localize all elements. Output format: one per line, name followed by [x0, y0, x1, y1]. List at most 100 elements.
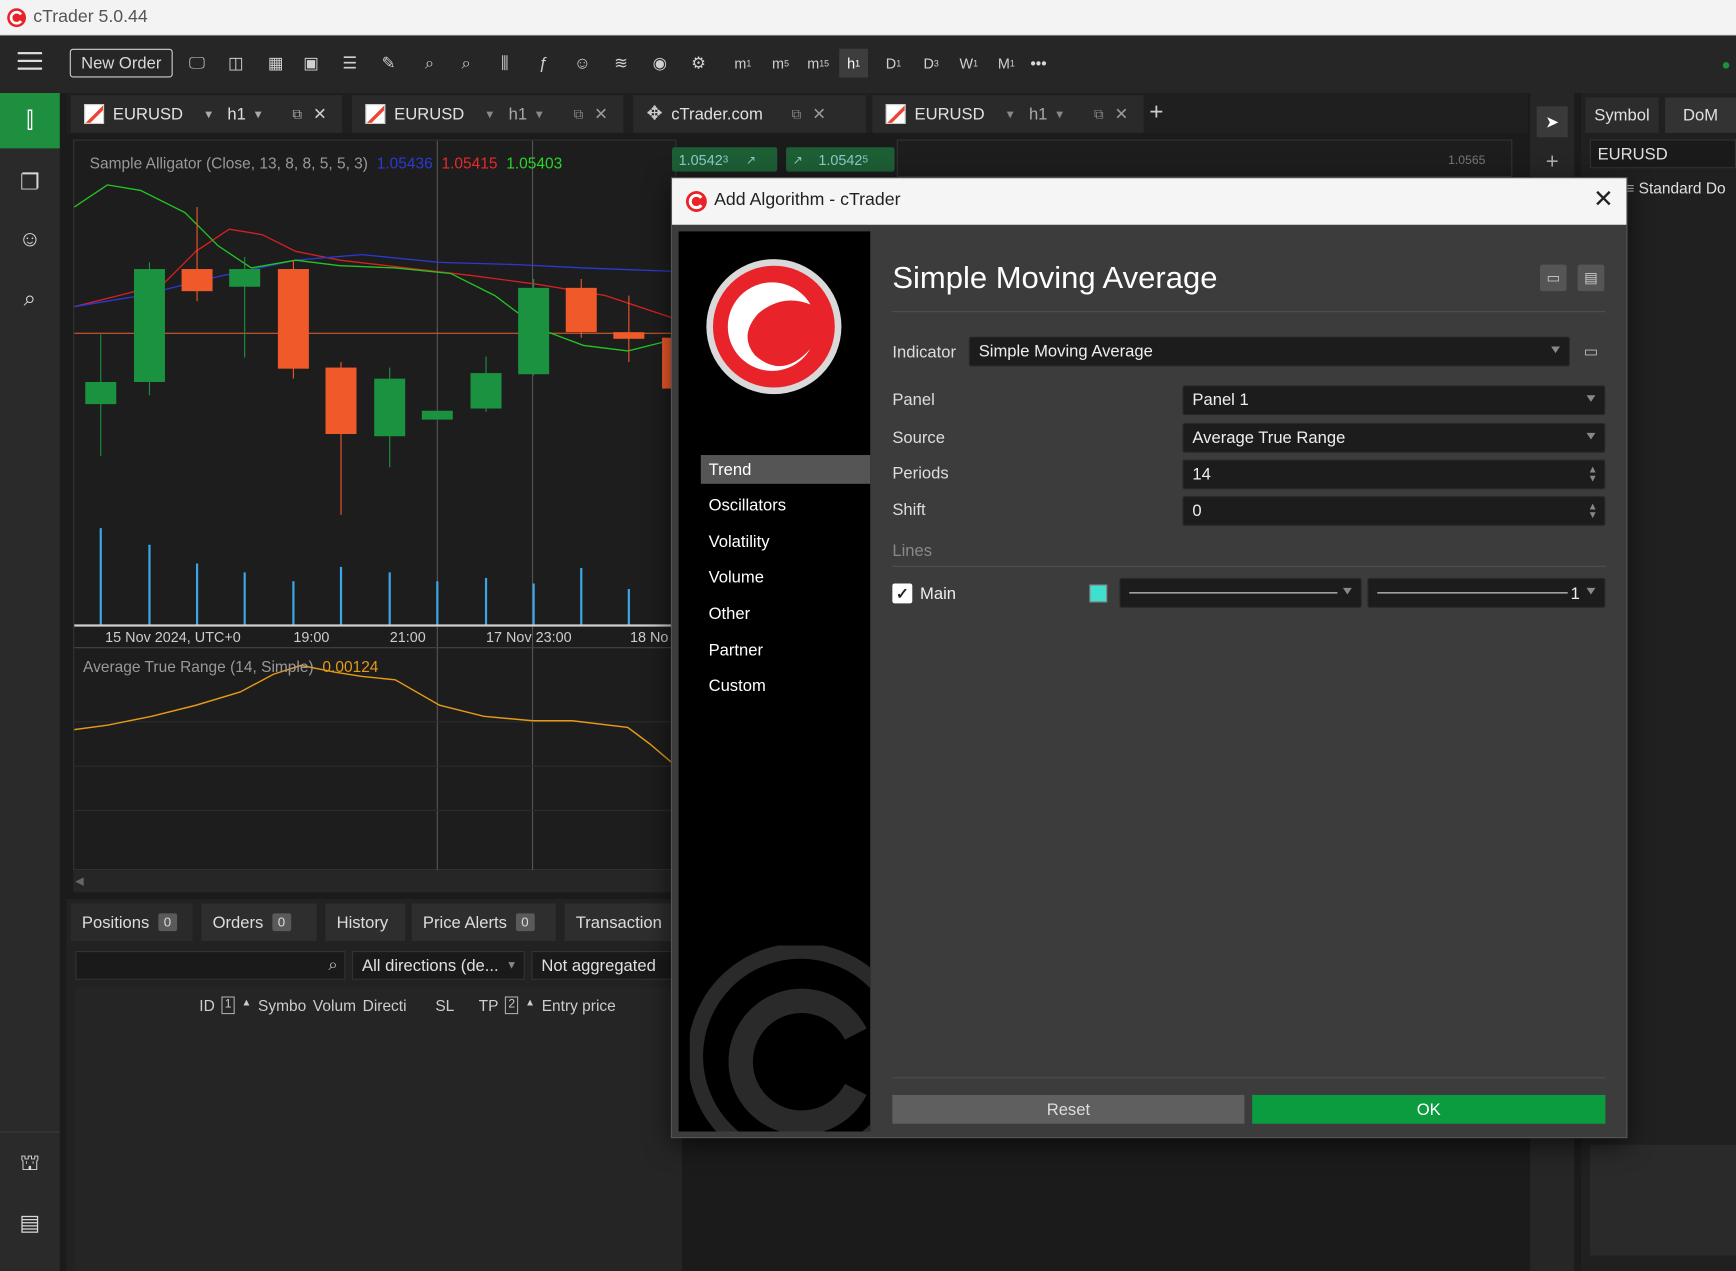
category-volatility[interactable]: Volatility [701, 527, 870, 556]
positions-panel: Positions 0 Orders 0 History Price Alerts 0… [66, 898, 687, 1271]
panel-select[interactable]: Panel 1 [1182, 385, 1606, 416]
more-menu-icon[interactable]: ••• [1024, 49, 1053, 78]
direction-filter-select[interactable]: All directions (de... ▼ [352, 951, 525, 980]
detach-icon[interactable]: ⧉ [574, 106, 583, 123]
main-line-checkbox[interactable]: ✓ [892, 583, 913, 604]
timeframe-h1[interactable]: h1 [839, 48, 868, 78]
video-help-icon[interactable]: ▭ [1577, 337, 1606, 367]
chart-mode-icon[interactable]: 🖵 [183, 49, 212, 78]
load-template-icon[interactable]: ▭ [1540, 264, 1567, 292]
chart-scrollbar[interactable]: ◀ [73, 870, 677, 893]
tab-history[interactable]: History [325, 903, 406, 942]
store-icon[interactable]: ⛫ [14, 1149, 45, 1180]
layout-single-icon[interactable]: ◫ [221, 49, 250, 78]
layout-rows-icon[interactable]: ☰ [335, 49, 364, 78]
chart-type-icon[interactable]: ⫼ [490, 49, 519, 78]
col-sl[interactable]: SL [435, 996, 454, 1014]
algo-robot-icon[interactable]: ☺ [14, 224, 45, 255]
close-tab-icon[interactable]: ✕ [594, 104, 608, 124]
timeframe-m15[interactable]: m 15 [804, 49, 833, 78]
timeframe-W1[interactable]: W1 [954, 49, 983, 78]
periods-input[interactable]: 14 ▲ ▼ [1182, 459, 1606, 490]
close-tab-icon[interactable]: ✕ [313, 104, 327, 124]
cbots-icon[interactable]: ☺ [568, 49, 597, 78]
category-trend[interactable]: Trend [700, 455, 871, 484]
price-chart[interactable] [74, 140, 678, 872]
analyze-icon[interactable]: ⌕ [14, 283, 45, 314]
tab-timeframe[interactable]: h1 [1029, 105, 1047, 124]
timeframe-M1[interactable]: M1 [992, 49, 1021, 78]
chart-tab-2[interactable]: EURUSD ▾ h1 ▾ ⧉ ✕ [352, 95, 624, 133]
tab-dom[interactable]: DoM [1665, 97, 1736, 133]
category-oscillators[interactable]: Oscillators [701, 491, 870, 520]
chart-tab-3[interactable]: ✥ cTrader.com ⧉ ✕ [633, 95, 866, 133]
buy-price-box[interactable]: ↗ 1.0542 5 [786, 147, 895, 172]
wallet-icon[interactable]: ▤ [14, 1207, 45, 1238]
timeframe-m5[interactable]: m5 [766, 49, 795, 78]
line-thickness-select[interactable]: 1 [1367, 577, 1606, 608]
detach-icon[interactable]: ⧉ [1094, 106, 1103, 123]
close-tab-icon[interactable]: ✕ [1115, 104, 1129, 124]
layout-full-icon[interactable]: ▣ [297, 49, 326, 78]
aggregation-select[interactable]: Not aggregated [531, 951, 682, 980]
col-id[interactable]: ID [199, 996, 214, 1014]
crosshair-icon[interactable]: + [1537, 146, 1568, 177]
chart-settings-icon[interactable]: ⚙ [684, 49, 713, 78]
layout-grid-icon[interactable]: ▦ [261, 49, 290, 78]
sell-price-box[interactable]: 1.0542 3 ↗ [672, 147, 778, 172]
positions-search-input[interactable]: ⌕ [75, 951, 346, 980]
cursor-icon[interactable]: ➤ [1536, 106, 1568, 138]
source-select[interactable]: Average True Range [1182, 422, 1606, 453]
tab-symbol-panel[interactable]: Symbol [1585, 97, 1659, 133]
copy-icon[interactable]: ❐ [14, 166, 45, 197]
category-custom[interactable]: Custom [701, 672, 870, 701]
category-volume[interactable]: Volume [701, 563, 870, 592]
positions-table: ID 1 ▲ Symbo Volum Directi SL TP 2 ▲ Ent… [75, 987, 682, 1271]
add-tab-icon[interactable]: + [1149, 97, 1163, 126]
close-dialog-icon[interactable]: ✕ [1593, 185, 1613, 214]
category-partner[interactable]: Partner [701, 635, 870, 664]
save-template-icon[interactable]: ▤ [1577, 264, 1605, 292]
indicators-icon[interactable]: ƒ [529, 49, 558, 78]
tab-orders[interactable]: Orders 0 [201, 903, 317, 942]
timeframe-D3[interactable]: D3 [917, 49, 946, 78]
zoom-in-icon[interactable]: ⌕ [415, 49, 444, 78]
indicator-select[interactable]: Simple Moving Average [968, 336, 1570, 367]
detach-icon[interactable]: ⧉ [792, 106, 801, 123]
col-symbol[interactable]: Symbo [258, 996, 306, 1014]
standard-dom-label: ≡ Standard Do [1625, 179, 1726, 198]
reset-button[interactable]: Reset [892, 1094, 1245, 1124]
tab-timeframe[interactable]: h1 [509, 105, 527, 124]
dom-symbol-input[interactable]: EURUSD [1589, 139, 1736, 169]
new-order-button[interactable]: New Order [69, 48, 173, 78]
jaw-value: 1.05436 [376, 153, 433, 172]
chart-tab-1[interactable]: EURUSD ▾ h1 ▾ ⧉ ✕ [70, 95, 343, 133]
col-volume[interactable]: Volum [313, 996, 356, 1014]
shift-input[interactable]: 0 ▲ ▼ [1182, 495, 1606, 526]
drawing-tools-icon[interactable]: ✎ [374, 49, 403, 78]
layers-icon[interactable]: ≋ [607, 49, 636, 78]
trade-candles-icon[interactable]: ⫿ [14, 105, 45, 136]
close-tab-icon[interactable]: ✕ [812, 104, 826, 124]
col-tp[interactable]: TP [479, 996, 499, 1014]
tab-transactions[interactable]: Transaction [564, 903, 687, 942]
ok-button[interactable]: OK [1252, 1094, 1606, 1124]
col-direction[interactable]: Directi [363, 996, 407, 1014]
tab-price-alerts[interactable]: Price Alerts 0 [411, 903, 556, 942]
category-other[interactable]: Other [701, 599, 870, 628]
line-style-select[interactable] [1119, 577, 1362, 608]
main-toolbar: New Order 🖵 ◫ ▦ ▣ ☰ ✎ ⌕ ⌕ ⫼ ƒ ☺ ≋ ◉ ⚙ m1… [0, 35, 1736, 93]
timeframe-m1[interactable]: m1 [728, 49, 757, 78]
detach-icon[interactable]: ⧉ [292, 106, 301, 123]
chart-tab-4[interactable]: EURUSD ▾ h1 ▾ ⧉ ✕ [872, 95, 1144, 133]
col-entry-price[interactable]: Entry price [542, 996, 616, 1014]
zoom-out-icon[interactable]: ⌕ [452, 49, 481, 78]
lips-value: 1.05403 [506, 153, 563, 172]
chart-area[interactable]: Sample Alligator (Close, 13, 8, 8, 5, 5,… [73, 139, 678, 872]
tab-timeframe[interactable]: h1 [227, 105, 245, 124]
timeframe-D1[interactable]: D1 [879, 49, 908, 78]
eye-icon[interactable]: ◉ [645, 49, 674, 78]
line-color-swatch[interactable] [1089, 584, 1108, 603]
hamburger-menu-icon[interactable] [17, 52, 43, 72]
tab-positions[interactable]: Positions 0 [70, 903, 193, 942]
